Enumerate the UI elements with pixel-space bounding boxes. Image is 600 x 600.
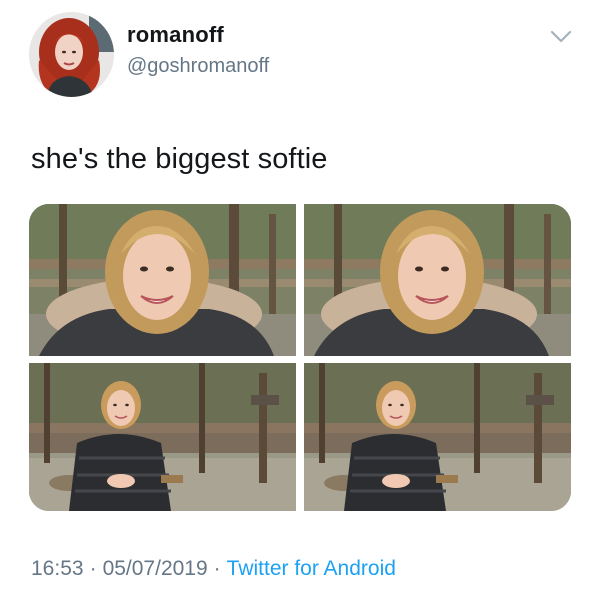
user-handle[interactable]: @goshromanoff <box>127 55 269 78</box>
media-grid[interactable] <box>29 204 571 511</box>
media-photo-4[interactable] <box>304 363 571 511</box>
tweet-text: she's the biggest softie <box>31 143 328 175</box>
tweet-source-link[interactable]: Twitter for Android <box>227 557 396 580</box>
meta-separator: · <box>89 557 97 580</box>
avatar-image <box>29 12 114 97</box>
avatar[interactable] <box>29 12 114 97</box>
display-name[interactable]: romanoff <box>127 22 224 48</box>
media-photo-1[interactable] <box>29 204 296 356</box>
chevron-down-icon[interactable] <box>550 30 572 44</box>
media-photo-2[interactable] <box>304 204 571 356</box>
tweet-date: 05/07/2019 <box>102 557 208 580</box>
tweet-card: romanoff @goshromanoff she's the biggest… <box>0 0 600 600</box>
meta-separator: · <box>213 557 221 580</box>
tweet-time: 16:53 <box>31 557 84 580</box>
tweet-meta: 16:53 · 05/07/2019 · Twitter for Android <box>31 557 396 581</box>
media-photo-3[interactable] <box>29 363 296 511</box>
